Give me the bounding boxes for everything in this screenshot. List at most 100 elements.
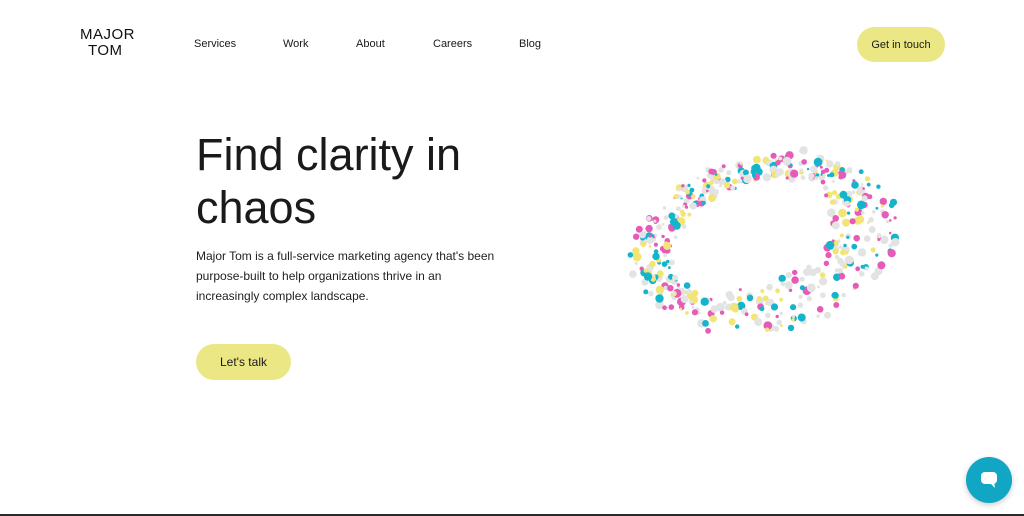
particle-dot — [663, 242, 671, 250]
particle-dot — [846, 235, 850, 239]
particle-dot — [643, 268, 649, 273]
particle-dot — [888, 231, 892, 235]
particle-dot — [806, 296, 812, 302]
particle-dot — [861, 211, 865, 215]
particle-dot — [738, 304, 743, 309]
particle-dot — [760, 289, 765, 293]
particle-dot — [648, 234, 652, 238]
particle-dot — [832, 215, 839, 222]
particle-dot — [750, 168, 757, 175]
particle-dot — [893, 216, 897, 220]
particle-dot — [864, 176, 871, 182]
particle-dot — [784, 281, 793, 290]
particle-dot — [854, 207, 859, 212]
particle-dot — [799, 285, 805, 291]
particle-dot — [762, 173, 772, 182]
particle-dot — [696, 176, 700, 180]
particle-dot — [806, 167, 810, 171]
particle-dot — [680, 295, 689, 303]
particle-dot — [652, 252, 660, 261]
particle-dot — [655, 294, 664, 303]
nav-work[interactable]: Work — [283, 38, 356, 50]
particle-dot — [851, 243, 858, 250]
particle-dot — [684, 205, 689, 209]
particle-dot — [857, 248, 867, 257]
particle-dot — [799, 168, 804, 173]
particle-dot — [756, 295, 762, 302]
particle-dot — [700, 297, 709, 306]
particle-dot — [753, 155, 761, 164]
particle-dot — [824, 167, 830, 173]
particle-dot — [740, 176, 744, 180]
nav-about[interactable]: About — [356, 38, 433, 50]
particle-dot — [799, 276, 805, 282]
particle-dot — [730, 303, 733, 306]
particle-dot — [857, 186, 866, 195]
particle-dot — [797, 313, 806, 322]
lets-talk-button[interactable]: Let's talk — [196, 344, 291, 380]
particle-dot — [839, 190, 848, 199]
particle-dot — [842, 218, 850, 227]
particle-dot — [839, 260, 846, 267]
particle-dot — [669, 217, 678, 226]
particle-dot — [816, 306, 824, 313]
particle-dot — [716, 302, 725, 312]
particle-dot — [676, 283, 681, 287]
particle-dot — [838, 208, 847, 218]
particle-dot — [680, 209, 685, 214]
particle-dot — [735, 324, 740, 329]
particle-dot — [679, 195, 683, 199]
particle-dot — [738, 288, 742, 292]
particle-dot — [817, 285, 820, 289]
particle-dot — [646, 216, 652, 221]
particle-dot — [662, 206, 667, 210]
particle-dot — [655, 285, 664, 294]
particle-dot — [872, 210, 876, 214]
particle-dot — [653, 242, 658, 247]
particle-dot — [719, 184, 723, 188]
particle-dot — [653, 219, 657, 223]
particle-dot — [823, 260, 830, 266]
nav-services[interactable]: Services — [194, 38, 283, 50]
particle-dot — [891, 238, 900, 247]
particle-dot — [785, 176, 789, 180]
particle-dot — [822, 173, 826, 178]
particle-dot — [677, 187, 681, 192]
particle-dot — [662, 305, 667, 310]
particle-dot — [832, 292, 839, 299]
particle-dot — [780, 281, 786, 287]
particle-dot — [849, 218, 856, 225]
particle-dot — [870, 247, 876, 253]
nav-careers[interactable]: Careers — [433, 38, 519, 50]
particle-dot — [847, 211, 851, 215]
particle-dot — [825, 252, 832, 259]
particle-dot — [671, 290, 676, 295]
particle-dot — [642, 231, 647, 236]
particle-ring-graphic — [627, 146, 900, 334]
particle-dot — [766, 283, 773, 291]
particle-dot — [702, 320, 709, 327]
particle-dot — [681, 184, 685, 188]
particle-dot — [676, 206, 681, 211]
particle-dot — [687, 212, 692, 217]
particle-dot — [779, 311, 783, 316]
particle-dot — [832, 180, 835, 183]
chat-widget-button[interactable] — [966, 457, 1012, 503]
particle-dot — [723, 182, 731, 189]
particle-dot — [843, 243, 847, 248]
particle-dot — [658, 275, 663, 279]
particle-dot — [736, 296, 743, 302]
main-nav: Services Work About Careers Blog — [194, 38, 559, 50]
particle-dot — [627, 252, 634, 258]
particle-dot — [834, 268, 839, 273]
particle-dot — [705, 327, 711, 334]
particle-dot — [838, 175, 843, 180]
logo[interactable]: MAJOR TOM — [80, 27, 144, 59]
particle-dot — [629, 270, 637, 278]
particle-dot — [691, 309, 699, 316]
particle-dot — [706, 184, 711, 189]
nav-blog[interactable]: Blog — [519, 38, 559, 50]
particle-dot — [875, 206, 879, 210]
get-in-touch-button[interactable]: Get in touch — [857, 27, 945, 62]
particle-dot — [808, 172, 815, 180]
